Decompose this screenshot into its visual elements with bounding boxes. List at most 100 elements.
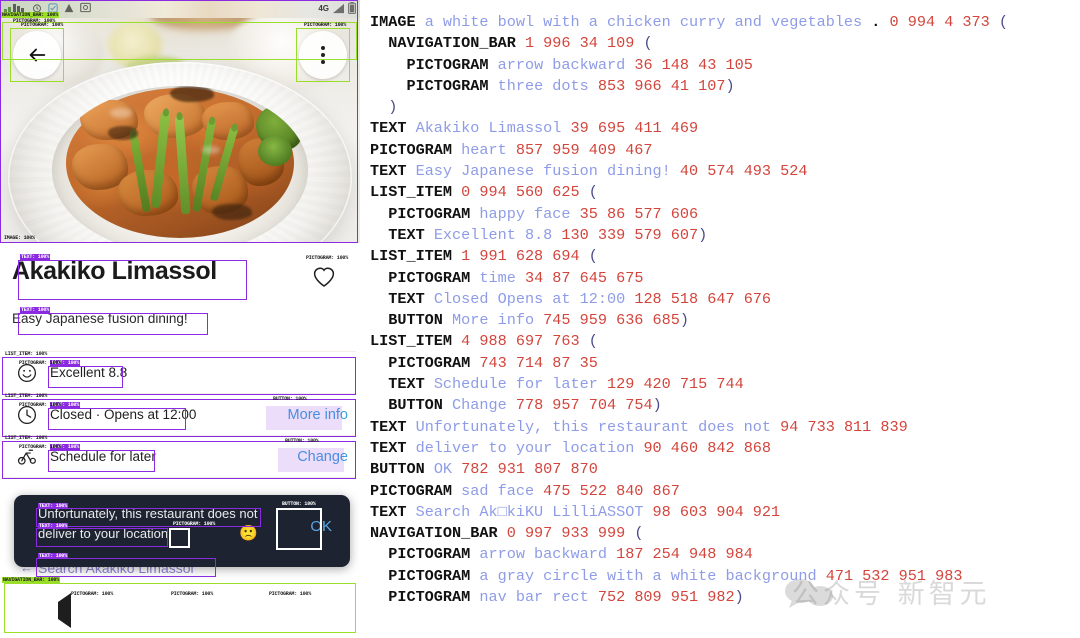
annotation-line: IMAGE a white bowl with a chicken curry … (370, 12, 1080, 33)
annotation-token-tag: NAVIGATION_BAR (370, 524, 507, 543)
annotation-token-paren: ( (588, 332, 598, 351)
hero-back-button[interactable] (13, 31, 61, 79)
nav-back-button[interactable] (57, 592, 71, 628)
annotation-token-tag: PICTOGRAM (370, 55, 498, 74)
annotation-token-num: 34 87 645 675 (524, 268, 644, 287)
annotation-token-paren: ( (588, 247, 598, 266)
annotation-token-tag: . (871, 13, 890, 31)
annotation-token-num: 0 994 560 625 (461, 183, 589, 202)
annotation-line: NAVIGATION_BAR 0 997 933 999 ( (370, 523, 1080, 544)
annotation-token-lit: Search Ak□kiKU LilliASSOT (415, 502, 653, 521)
snackbar-line-2: deliver to your location (38, 526, 169, 541)
annotation-token-num: 90 460 842 868 (643, 438, 772, 457)
annotation-line: TEXT Search Ak□kiKU LilliASSOT 98 603 90… (370, 502, 1080, 523)
annotation-token-paren: ) (652, 396, 662, 415)
annotation-token-num: 475 522 840 867 (543, 481, 680, 500)
annotation-token-lit: happy face (479, 204, 580, 223)
annotation-line: BUTTON Change 778 957 704 754) (370, 395, 1080, 416)
annotation-token-paren: ) (734, 588, 744, 607)
annotation-token-num: 1 996 34 109 (524, 34, 644, 53)
annotation-line: LIST_ITEM 0 994 560 625 ( (370, 182, 1080, 203)
snackbar-line-1: Unfortunately, this restaurant does not (38, 506, 258, 521)
annotation-token-num: 853 966 41 107 (597, 76, 726, 95)
annotation-token-lit: arrow backward (497, 55, 635, 74)
annotation-token-num: 782 931 807 870 (461, 460, 598, 479)
annotation-token-num: 0 994 4 373 (889, 13, 999, 31)
annotation-token-tag: BUTTON (370, 460, 434, 479)
arrow-backward-icon (57, 592, 71, 628)
hero-menu-button[interactable] (299, 31, 347, 79)
annotation-token-paren: ) (370, 98, 398, 117)
annotation-token-tag: LIST_ITEM (370, 332, 462, 351)
snackbar-dialog: Unfortunately, this restaurant does not … (14, 495, 350, 567)
annotation-token-num: 752 809 951 982 (597, 588, 735, 607)
list-item[interactable]: Closed · Opens at 12:00 More info (4, 393, 356, 435)
annotation-line: PICTOGRAM sad face 475 522 840 867 (370, 481, 1080, 502)
annotation-token-lit: Schedule for later (433, 375, 607, 394)
annotation-token-paren: ) (698, 225, 708, 244)
annotation-token-lit: Akakiko Limassol (415, 119, 571, 138)
annotation-line: LIST_ITEM 4 988 697 763 ( (370, 331, 1080, 352)
annotation-token-num: 40 574 493 524 (679, 162, 808, 181)
annotation-line: PICTOGRAM arrow backward 187 254 948 984 (370, 544, 1080, 565)
annotation-token-num: 94 733 811 839 (780, 417, 908, 436)
annotation-token-paren: ( (634, 524, 644, 543)
annotation-token-tag: TEXT (370, 375, 434, 394)
annotation-token-tag: PICTOGRAM (370, 545, 480, 564)
favorite-button[interactable] (307, 260, 341, 294)
list-item[interactable]: Schedule for later Change (4, 435, 356, 477)
annotation-token-tag: PICTOGRAM (370, 481, 462, 500)
annotation-token-paren: ( (588, 183, 598, 202)
annotation-line: TEXT Easy Japanese fusion dining! 40 574… (370, 161, 1080, 182)
annotation-line: TEXT Unfortunately, this restaurant does… (370, 417, 1080, 438)
page-title: Akakiko Limassol (12, 257, 217, 285)
page-subtitle: Easy Japanese fusion dining! (12, 311, 188, 326)
highlight (110, 108, 132, 118)
annotation-token-tag: NAVIGATION_BAR (370, 34, 525, 53)
annotation-token-num: 39 695 411 469 (570, 119, 699, 138)
annotation-token-tag: PICTOGRAM (370, 268, 480, 287)
annotation-token-tag: PICTOGRAM (370, 353, 480, 372)
android-nav-bar (0, 583, 360, 638)
list-item[interactable]: Excellent 8.8 (4, 351, 356, 393)
network-type-label: 4G (318, 3, 329, 13)
highlight (202, 146, 220, 154)
status-bar-left-icons (4, 2, 91, 13)
phone-screenshot: 4G Akakiko Limassol Easy Japanese fusion… (0, 0, 360, 638)
annotation-token-tag: PICTOGRAM (370, 566, 480, 585)
sauce-accent (108, 126, 138, 140)
annotation-token-tag: IMAGE (370, 13, 425, 31)
location-icon (48, 2, 58, 13)
happy-face-icon (4, 363, 50, 383)
annotation-line: TEXT Schedule for later 129 420 715 744 (370, 374, 1080, 395)
annotation-token-tag: TEXT (370, 417, 416, 436)
annotation-token-num: 129 420 715 744 (606, 375, 744, 394)
annotation-token-lit: arrow backward (479, 545, 617, 564)
annotation-line: PICTOGRAM three dots 853 966 41 107) (370, 76, 1080, 97)
annotation-line: BUTTON OK 782 931 807 870 (370, 459, 1080, 480)
annotation-token-num: 471 532 951 983 (825, 566, 963, 585)
annotation-line: PICTOGRAM 743 714 87 35 (370, 353, 1080, 374)
annotation-token-paren: ( (643, 34, 653, 53)
list-item-label: Closed · Opens at 12:00 (50, 407, 197, 422)
annotation-token-lit: Excellent 8.8 (433, 225, 562, 244)
more-info-button[interactable]: More info (288, 407, 348, 423)
annotation-token-lit: Unfortunately, this restaurant does not (415, 417, 781, 436)
annotation-token-lit: a white bowl with a chicken curry and ve… (424, 13, 872, 31)
change-button[interactable]: Change (297, 449, 348, 465)
annotation-line: BUTTON More info 745 959 636 685) (370, 310, 1080, 331)
annotation-line: NAVIGATION_BAR 1 996 34 109 ( (370, 33, 1080, 54)
annotation-line: PICTOGRAM a gray circle with a white bac… (370, 566, 1080, 587)
ok-button[interactable]: OK (310, 518, 332, 535)
annotation-token-lit: Easy Japanese fusion dining! (415, 162, 680, 181)
annotation-token-num: 187 254 948 984 (616, 545, 753, 564)
annotation-token-num: 743 714 87 35 (479, 353, 598, 372)
annotation-token-num: 128 518 647 676 (634, 289, 772, 308)
annotation-token-tag: PICTOGRAM (370, 140, 462, 159)
annotation-token-tag: TEXT (370, 162, 416, 181)
annotation-token-lit: a gray circle with a white background (479, 566, 826, 585)
signal-icon (4, 4, 24, 13)
alarm-icon (33, 3, 41, 12)
annotation-token-lit: Closed Opens at 12:00 (433, 289, 635, 308)
three-dots-icon (321, 46, 325, 64)
